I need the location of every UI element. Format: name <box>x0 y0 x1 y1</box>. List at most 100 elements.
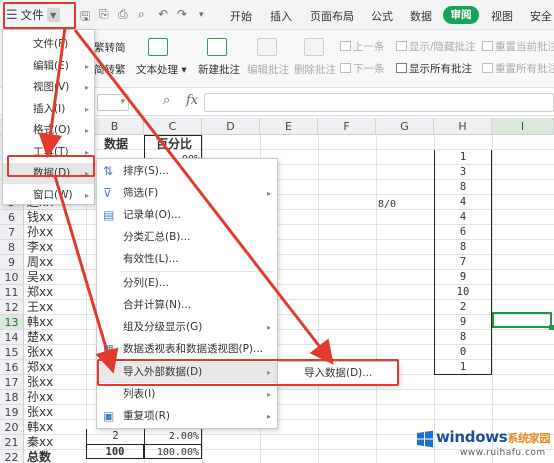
cell-a18[interactable]: 孙xx <box>27 390 85 405</box>
show-hide-comment-button[interactable]: 显示/隐藏批注 <box>396 39 476 54</box>
data-menu-item-pivot-table[interactable]: ▦ 数据透视表和数据透视图(P)... <box>97 339 277 360</box>
next-comment-button[interactable]: 下一条 <box>340 61 385 76</box>
row-header-11[interactable]: 11 <box>0 285 24 300</box>
name-box-dropdown[interactable]: ▾ <box>97 94 129 111</box>
column-header-f[interactable]: F <box>318 118 376 135</box>
cell-a10[interactable]: 吴xx <box>27 270 85 285</box>
customize-toolbar-icon[interactable]: ▾ <box>199 10 204 20</box>
tab-insert[interactable]: 插入 <box>270 8 292 24</box>
edit-comment-button[interactable]: 编辑批注 <box>247 62 289 77</box>
data-menu-item-import-external-data[interactable]: 导入外部数据(D) ▸ <box>97 362 277 383</box>
row-header-16[interactable]: 16 <box>0 360 24 375</box>
row-header-18[interactable]: 18 <box>0 390 24 405</box>
data-menu-item-filter[interactable]: ⊽ 筛选(F) ▸ <box>97 183 277 204</box>
cell-a21[interactable]: 秦xx <box>27 435 85 450</box>
cell-a15[interactable]: 张xx <box>27 345 85 360</box>
row-header-20[interactable]: 20 <box>0 420 24 435</box>
row-header-13[interactable]: 13 <box>0 315 24 330</box>
data-menu-item-group-outline[interactable]: 组及分级显示(G) ▸ <box>97 317 277 338</box>
cell-h11[interactable]: 10 <box>434 285 492 300</box>
row-header-17[interactable]: 17 <box>0 375 24 390</box>
cell-h16[interactable]: 1 <box>434 360 492 375</box>
text-process-button[interactable]: 文本处理 ▾ <box>136 62 187 77</box>
cell-h4[interactable]: 8 <box>434 180 492 195</box>
row-header-21[interactable]: 21 <box>0 435 24 450</box>
cell-h6[interactable]: 4 <box>434 210 492 225</box>
export-icon[interactable]: ⎘ <box>99 7 109 22</box>
cell-a12[interactable]: 王xx <box>27 300 85 315</box>
traditional-to-simplified-button[interactable]: 繁转简 <box>94 40 126 55</box>
formula-input[interactable] <box>204 93 554 112</box>
active-cell-i13[interactable] <box>492 312 552 328</box>
row-header-12[interactable]: 12 <box>0 300 24 315</box>
tab-data[interactable]: 数据 <box>410 8 432 24</box>
cell-h15[interactable]: 0 <box>434 345 492 360</box>
file-menu-item-edit[interactable]: 编辑(E) ▸ <box>3 56 94 77</box>
cell-b21[interactable]: 2 <box>86 429 144 444</box>
row-header-22[interactable]: 22 <box>0 450 24 463</box>
cell-h13[interactable]: 9 <box>434 315 492 330</box>
file-menu-item-tools[interactable]: 工具(T) ▸ <box>3 142 94 163</box>
cell-a8[interactable]: 李xx <box>27 240 85 255</box>
data-menu-item-validation[interactable]: 有效性(L)... <box>97 249 277 270</box>
cell-g5[interactable]: 8/0 <box>378 197 434 212</box>
cell-a9[interactable]: 周xx <box>27 255 85 270</box>
print-icon[interactable]: ⎙ <box>118 7 128 22</box>
row-header-6[interactable]: 6 <box>0 210 24 225</box>
fill-handle[interactable] <box>549 325 554 330</box>
save-icon[interactable]: 🖫 <box>80 7 90 28</box>
data-menu-item-form[interactable]: ▤ 记录单(O)... <box>97 205 277 226</box>
row-header-9[interactable]: 9 <box>0 255 24 270</box>
cell-a13[interactable]: 韩xx <box>27 315 85 330</box>
tab-view[interactable]: 视图 <box>491 8 513 24</box>
cell-c21[interactable]: 2.00% <box>144 429 202 444</box>
row-header-10[interactable]: 10 <box>0 270 24 285</box>
redo-icon[interactable]: ↷ <box>177 7 187 21</box>
zoom-icon[interactable]: ⌕ <box>163 93 170 108</box>
column-header-e[interactable]: E <box>260 118 318 135</box>
cell-h10[interactable]: 9 <box>434 270 492 285</box>
file-menu-button[interactable]: ☰ 文件 ▼ <box>6 5 60 25</box>
cell-h14[interactable]: 8 <box>434 330 492 345</box>
undo-icon[interactable]: ↶ <box>158 7 168 21</box>
file-menu-item-insert[interactable]: 插入(I) ▸ <box>3 99 94 120</box>
import-data-item[interactable]: 导入数据(D)... <box>278 363 398 384</box>
column-header-g[interactable]: G <box>376 118 434 135</box>
data-menu-item-sort[interactable]: ⇅ 排序(S)... <box>97 161 277 182</box>
cell-b1[interactable]: 数据 <box>88 137 144 152</box>
cell-a17[interactable]: 张xx <box>27 375 85 390</box>
function-icon[interactable]: fx <box>186 93 198 108</box>
tab-page-layout[interactable]: 页面布局 <box>310 8 354 24</box>
cell-h12[interactable]: 2 <box>434 300 492 315</box>
tab-formulas[interactable]: 公式 <box>371 8 393 24</box>
tab-home[interactable]: 开始 <box>230 8 252 24</box>
cell-h3[interactable]: 3 <box>434 165 492 180</box>
cell-h5[interactable]: 4 <box>434 195 492 210</box>
cell-c1[interactable]: 百分比 <box>146 137 202 152</box>
cell-b22[interactable]: 100 <box>86 444 144 459</box>
file-menu-item-data[interactable]: 数据(D) ▸ <box>3 163 94 184</box>
row-header-15[interactable]: 15 <box>0 345 24 360</box>
cell-h8[interactable]: 8 <box>434 240 492 255</box>
row-header-8[interactable]: 8 <box>0 240 24 255</box>
column-header-d[interactable]: D <box>202 118 260 135</box>
column-header-c[interactable]: C <box>144 118 202 135</box>
cell-a19[interactable]: 张xx <box>27 405 85 420</box>
new-comment-button[interactable]: 新建批注 <box>198 62 240 77</box>
cell-a14[interactable]: 楚xx <box>27 330 85 345</box>
column-header-i[interactable]: I <box>492 118 554 135</box>
cell-a20[interactable]: 韩xx <box>27 420 85 435</box>
cell-a16[interactable]: 郑xx <box>27 360 85 375</box>
print-preview-icon[interactable]: ⌕ <box>138 7 145 22</box>
data-menu-item-duplicates[interactable]: ▣ 重复项(R) ▸ <box>97 406 277 427</box>
cell-a22[interactable]: 总数 <box>27 450 85 463</box>
chevron-down-icon[interactable]: ▼ <box>46 8 60 22</box>
cell-h7[interactable]: 6 <box>434 225 492 240</box>
column-header-h[interactable]: H <box>434 118 492 135</box>
simplified-to-traditional-button[interactable]: 简转繁 <box>94 62 126 77</box>
cell-a7[interactable]: 孙xx <box>27 225 85 240</box>
previous-comment-button[interactable]: 上一条 <box>340 39 385 54</box>
reset-current-comment-button[interactable]: 重置当前批注 <box>482 39 554 54</box>
delete-comment-button[interactable]: 删除批注 <box>294 62 336 77</box>
file-menu-item-file[interactable]: 文件(F) ▸ <box>3 34 94 55</box>
